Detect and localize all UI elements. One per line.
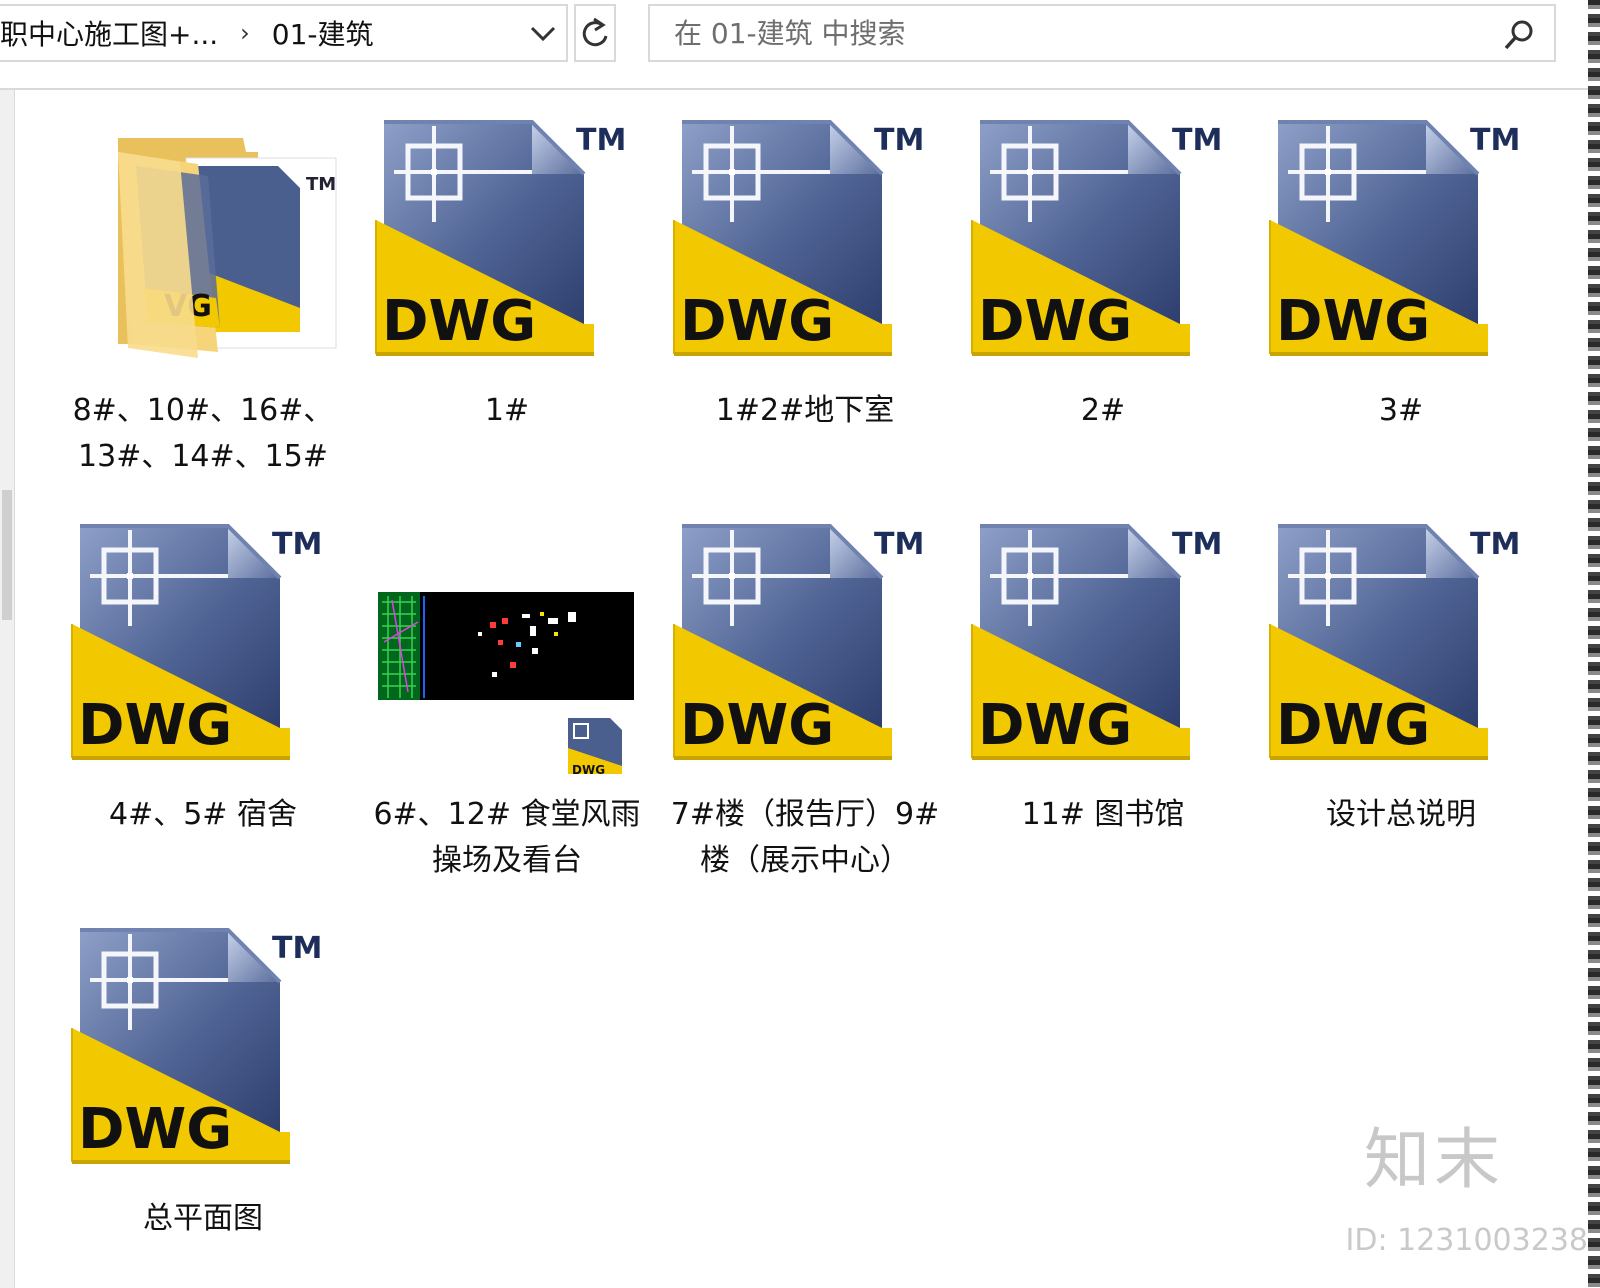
- window-edge: [1588, 0, 1600, 1288]
- svg-text:DWG: DWG: [78, 1097, 232, 1162]
- folder-icon: TM VG: [68, 118, 338, 380]
- file-item-dwg[interactable]: TM DWG 7#楼（报告厅）9#楼（展示中心）: [670, 522, 940, 884]
- dwg-file-icon: TM DWG: [670, 522, 940, 784]
- file-name: 2#: [1080, 393, 1126, 428]
- svg-text:DWG: DWG: [1276, 289, 1430, 354]
- svg-text:DWG: DWG: [78, 693, 232, 758]
- file-name: 1#: [484, 393, 530, 428]
- scrollbar-thumb[interactable]: [2, 490, 12, 620]
- dwg-file-icon: TM DWG: [1266, 118, 1536, 380]
- svg-text:TM: TM: [874, 123, 924, 158]
- file-name: 11# 图书馆: [1021, 797, 1185, 832]
- svg-text:TM: TM: [1172, 123, 1222, 158]
- file-item-dwg[interactable]: TM DWG 总平面图: [68, 926, 338, 1242]
- svg-text:TM: TM: [1470, 527, 1520, 562]
- file-item-dwg[interactable]: TM DWG 1#2#地下室: [670, 118, 940, 434]
- file-name: 6#、12# 食堂风雨操场及看台: [373, 797, 641, 878]
- breadcrumb-parent[interactable]: 职中心施工图+...: [0, 13, 218, 53]
- file-item-dwg-preview[interactable]: DWG 6#、12# 食堂风雨操场及看台: [372, 522, 642, 884]
- refresh-icon: [582, 17, 608, 47]
- file-item-folder[interactable]: TM VG 8#、10#、16#、13#、14#、15#: [68, 118, 338, 480]
- file-item-dwg[interactable]: TM DWG 11# 图书馆: [968, 522, 1238, 838]
- svg-text:DWG: DWG: [680, 289, 834, 354]
- navigation-pane-scrollbar[interactable]: [0, 90, 15, 1288]
- svg-text:TM: TM: [272, 527, 322, 562]
- search-icon[interactable]: [1502, 18, 1536, 59]
- breadcrumb-separator[interactable]: ›: [240, 19, 250, 47]
- address-bar[interactable]: 职中心施工图+... › 01-建筑: [0, 4, 568, 62]
- file-name: 1#2#地下室: [715, 393, 895, 428]
- file-item-dwg[interactable]: TM DWG 1#: [372, 118, 642, 434]
- svg-text:TM: TM: [576, 123, 626, 158]
- file-name: 3#: [1378, 393, 1424, 428]
- watermark-id: ID: 1231003238: [1345, 1223, 1588, 1258]
- dwg-file-icon: TM DWG: [968, 118, 1238, 380]
- address-bar-row: 职中心施工图+... › 01-建筑: [0, 0, 1600, 90]
- file-name: 总平面图: [143, 1201, 263, 1236]
- svg-text:TM: TM: [874, 527, 924, 562]
- drawing-preview-thumbnail: DWG: [372, 522, 642, 784]
- chevron-down-icon[interactable]: [526, 16, 560, 52]
- file-name: 7#楼（报告厅）9#楼（展示中心）: [670, 797, 940, 878]
- svg-text:TM: TM: [306, 174, 336, 195]
- svg-text:DWG: DWG: [382, 289, 536, 354]
- svg-text:TM: TM: [1470, 123, 1520, 158]
- file-item-dwg[interactable]: TM DWG 2#: [968, 118, 1238, 434]
- file-name: 8#、10#、16#、13#、14#、15#: [72, 393, 334, 474]
- file-item-dwg[interactable]: TM DWG 设计总说明: [1266, 522, 1536, 838]
- file-name: 4#、5# 宿舍: [109, 797, 297, 832]
- dwg-file-icon: TM DWG: [968, 522, 1238, 784]
- dwg-file-icon: TM DWG: [1266, 522, 1536, 784]
- svg-text:DWG: DWG: [572, 763, 605, 777]
- search-box[interactable]: [648, 4, 1556, 62]
- watermark-logo: 知末: [1364, 1121, 1504, 1198]
- file-name: 设计总说明: [1326, 797, 1476, 832]
- dwg-file-icon: TM DWG: [68, 522, 338, 784]
- refresh-button[interactable]: [574, 4, 616, 62]
- svg-text:TM: TM: [1172, 527, 1222, 562]
- svg-text:DWG: DWG: [680, 693, 834, 758]
- svg-text:DWG: DWG: [978, 289, 1132, 354]
- search-input[interactable]: [672, 15, 1456, 51]
- breadcrumb-current[interactable]: 01-建筑: [272, 13, 374, 53]
- svg-text:DWG: DWG: [1276, 693, 1430, 758]
- svg-text:DWG: DWG: [978, 693, 1132, 758]
- dwg-file-icon: TM DWG: [670, 118, 940, 380]
- svg-text:TM: TM: [272, 931, 322, 966]
- dwg-file-icon: TM DWG: [68, 926, 338, 1188]
- dwg-file-icon: TM DWG: [372, 118, 642, 380]
- file-item-dwg[interactable]: TM DWG 3#: [1266, 118, 1536, 434]
- file-item-dwg[interactable]: TM DWG 4#、5# 宿舍: [68, 522, 338, 838]
